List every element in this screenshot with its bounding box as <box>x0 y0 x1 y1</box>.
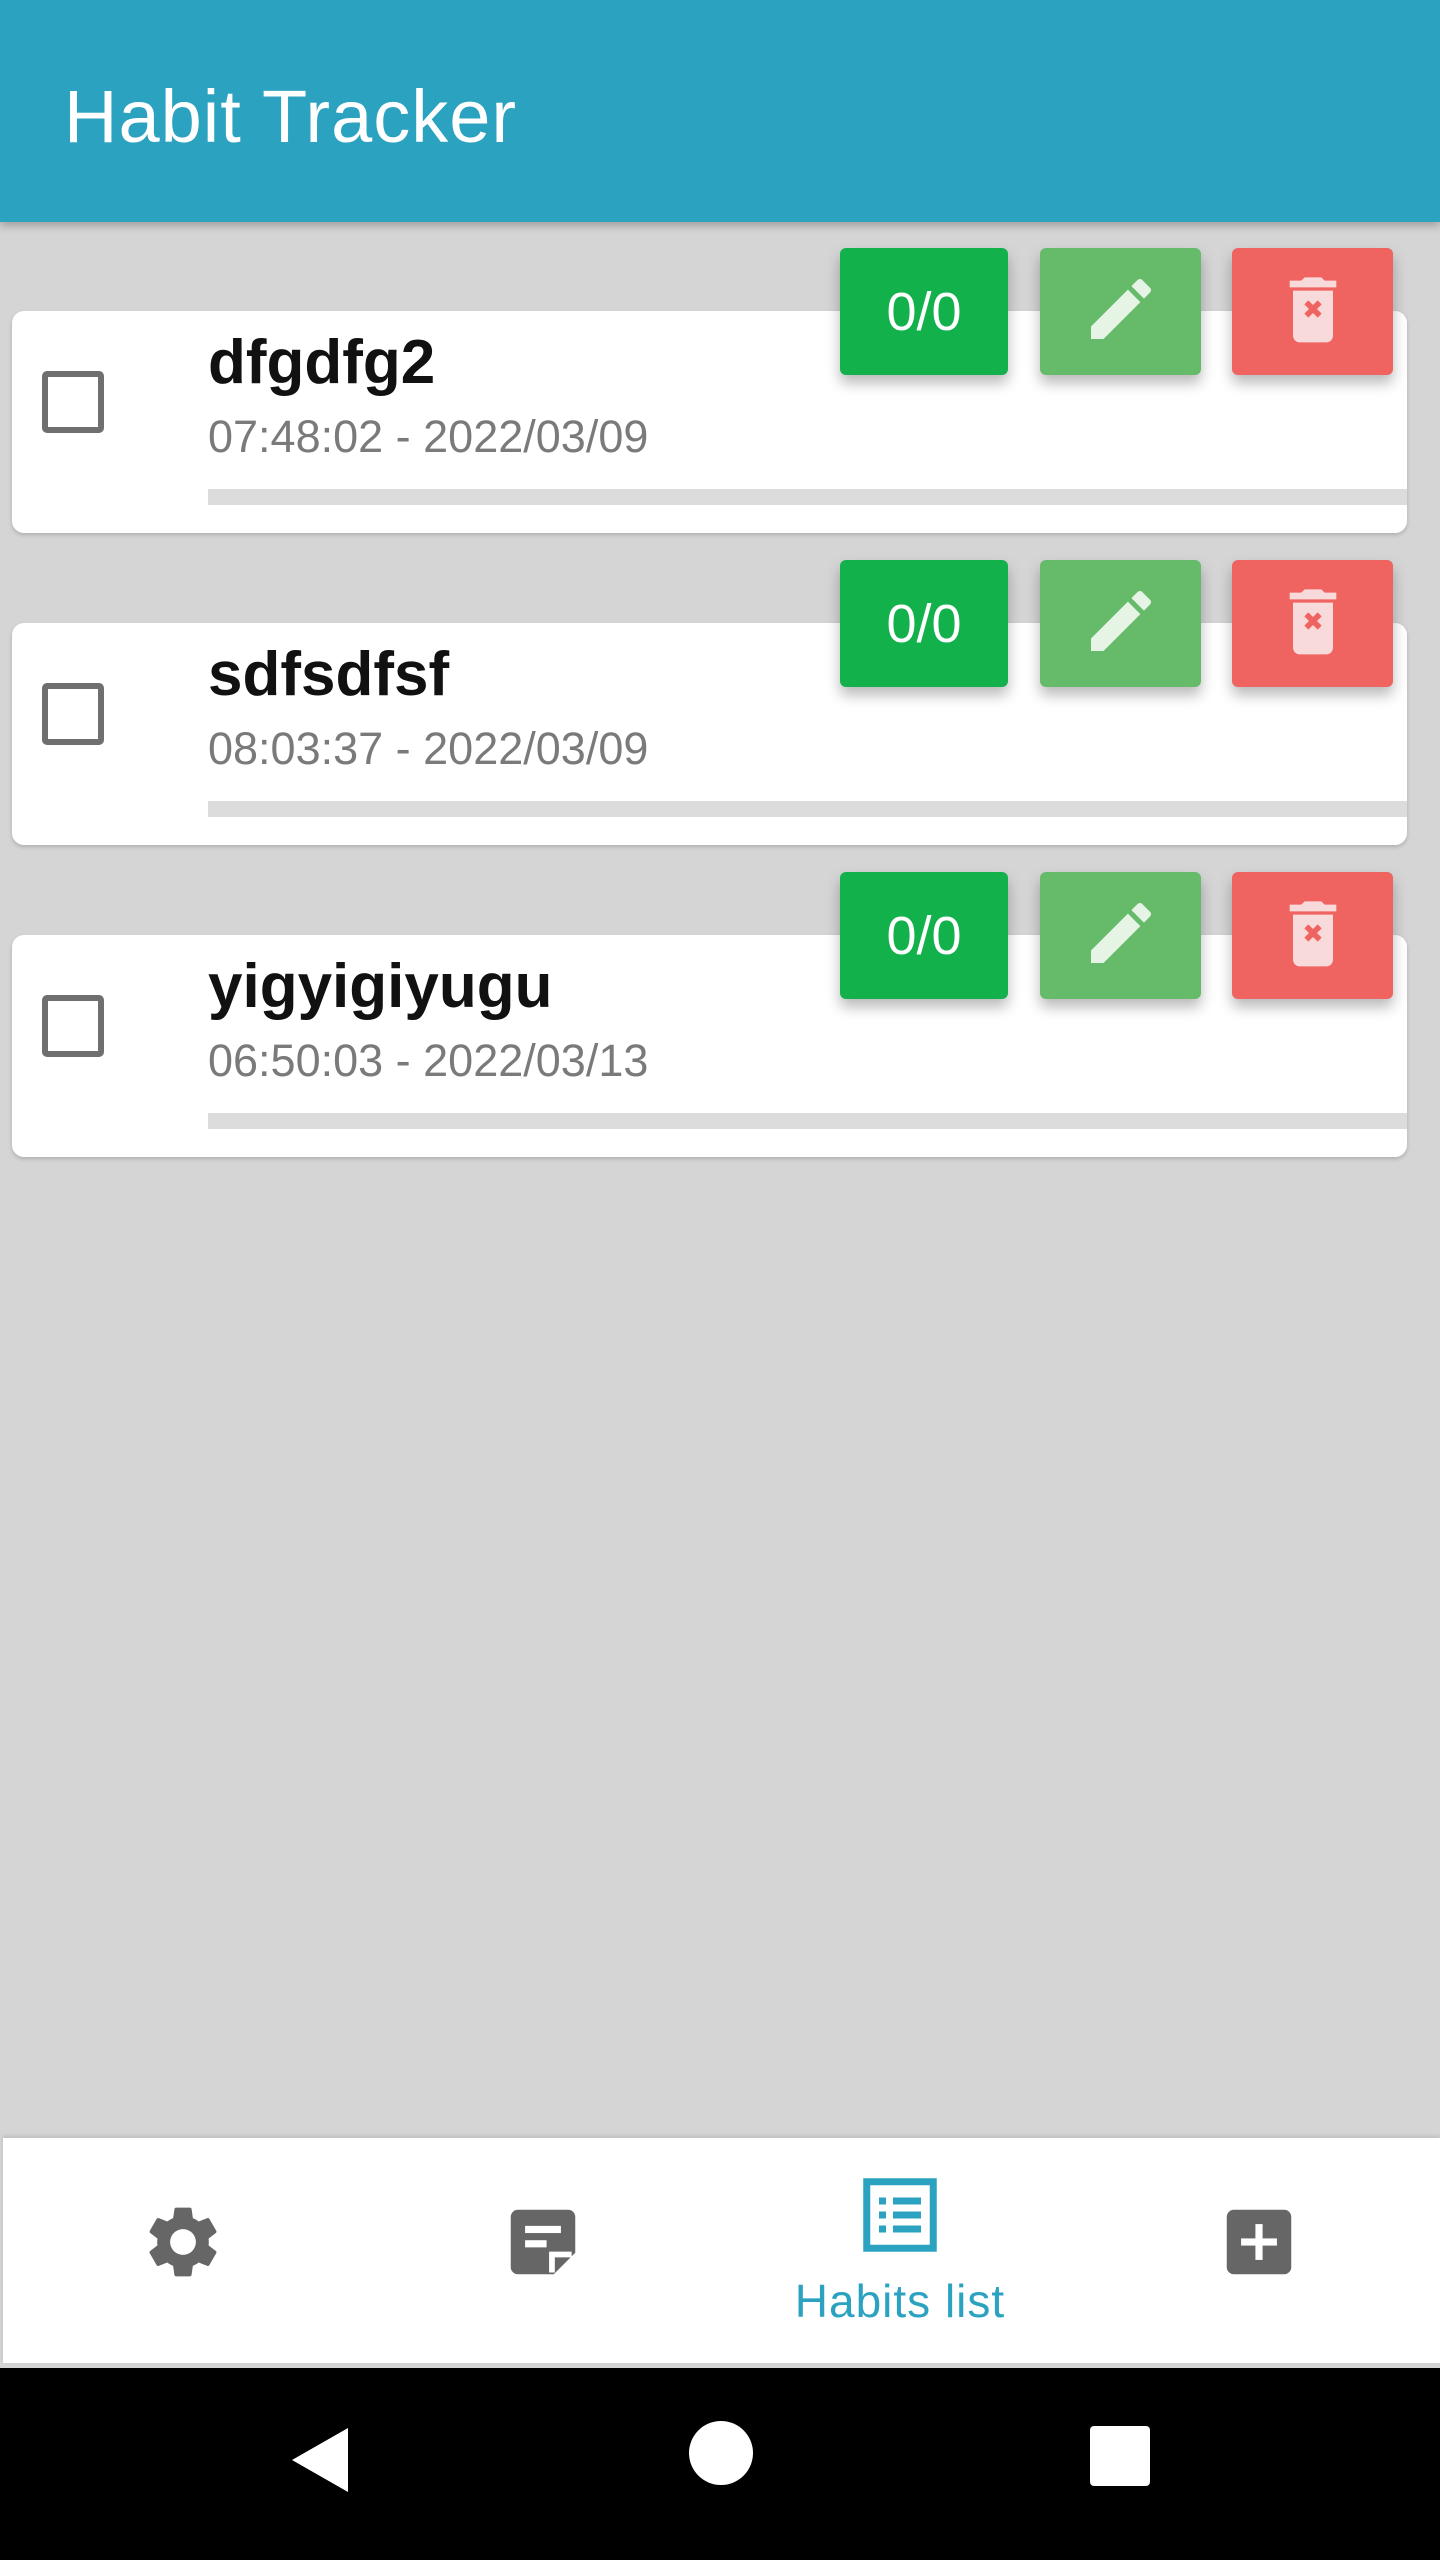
pencil-icon <box>1081 581 1161 666</box>
nav-label: Habits list <box>794 2275 1006 2327</box>
count-label: 0/0 <box>886 905 962 966</box>
habit-checkbox[interactable] <box>42 995 104 1057</box>
habit-checkbox[interactable] <box>42 683 104 745</box>
nav-habits-list[interactable]: Habits list <box>750 2138 1050 2363</box>
recents-icon[interactable] <box>1090 2426 1150 2491</box>
pencil-icon <box>1081 269 1161 354</box>
habit-timestamp: 07:48:02 - 2022/03/09 <box>208 411 649 462</box>
home-icon[interactable] <box>688 2420 754 2491</box>
count-label: 0/0 <box>886 593 962 654</box>
delete-button[interactable] <box>1232 872 1393 999</box>
delete-button[interactable] <box>1232 248 1393 375</box>
count-button[interactable]: 0/0 <box>840 872 1008 999</box>
delete-button[interactable] <box>1232 560 1393 687</box>
trash-icon <box>1273 893 1353 978</box>
system-nav-bar <box>0 2368 1440 2560</box>
habit-name: yigyigiyugu <box>208 952 553 1021</box>
edit-button[interactable] <box>1040 872 1201 999</box>
list-icon <box>858 2173 942 2262</box>
note-icon <box>500 2199 586 2290</box>
trash-icon <box>1273 581 1353 666</box>
habit-progress-bar <box>208 489 1407 505</box>
habit-progress-bar <box>208 1113 1407 1129</box>
edit-button[interactable] <box>1040 560 1201 687</box>
habit-progress-bar <box>208 801 1407 817</box>
count-label: 0/0 <box>886 281 962 342</box>
habit-checkbox[interactable] <box>42 371 104 433</box>
add-box-icon <box>1216 2199 1302 2290</box>
count-button[interactable]: 0/0 <box>840 560 1008 687</box>
count-button[interactable]: 0/0 <box>840 248 1008 375</box>
gear-icon <box>140 2199 226 2290</box>
habit-timestamp: 08:03:37 - 2022/03/09 <box>208 723 649 774</box>
habit-name: dfgdfg2 <box>208 328 436 397</box>
back-icon[interactable] <box>288 2424 352 2501</box>
trash-icon <box>1273 269 1353 354</box>
app-bar: Habit Tracker <box>0 0 1440 222</box>
app-title: Habit Tracker <box>64 75 518 158</box>
pencil-icon <box>1081 893 1161 978</box>
nav-settings[interactable] <box>33 2138 333 2363</box>
nav-notes[interactable] <box>393 2138 693 2363</box>
habit-name: sdfsdfsf <box>208 640 450 709</box>
nav-add-habit[interactable] <box>1109 2138 1409 2363</box>
bottom-navigation: Habits list <box>3 2138 1440 2363</box>
habit-timestamp: 06:50:03 - 2022/03/13 <box>208 1035 649 1086</box>
edit-button[interactable] <box>1040 248 1201 375</box>
